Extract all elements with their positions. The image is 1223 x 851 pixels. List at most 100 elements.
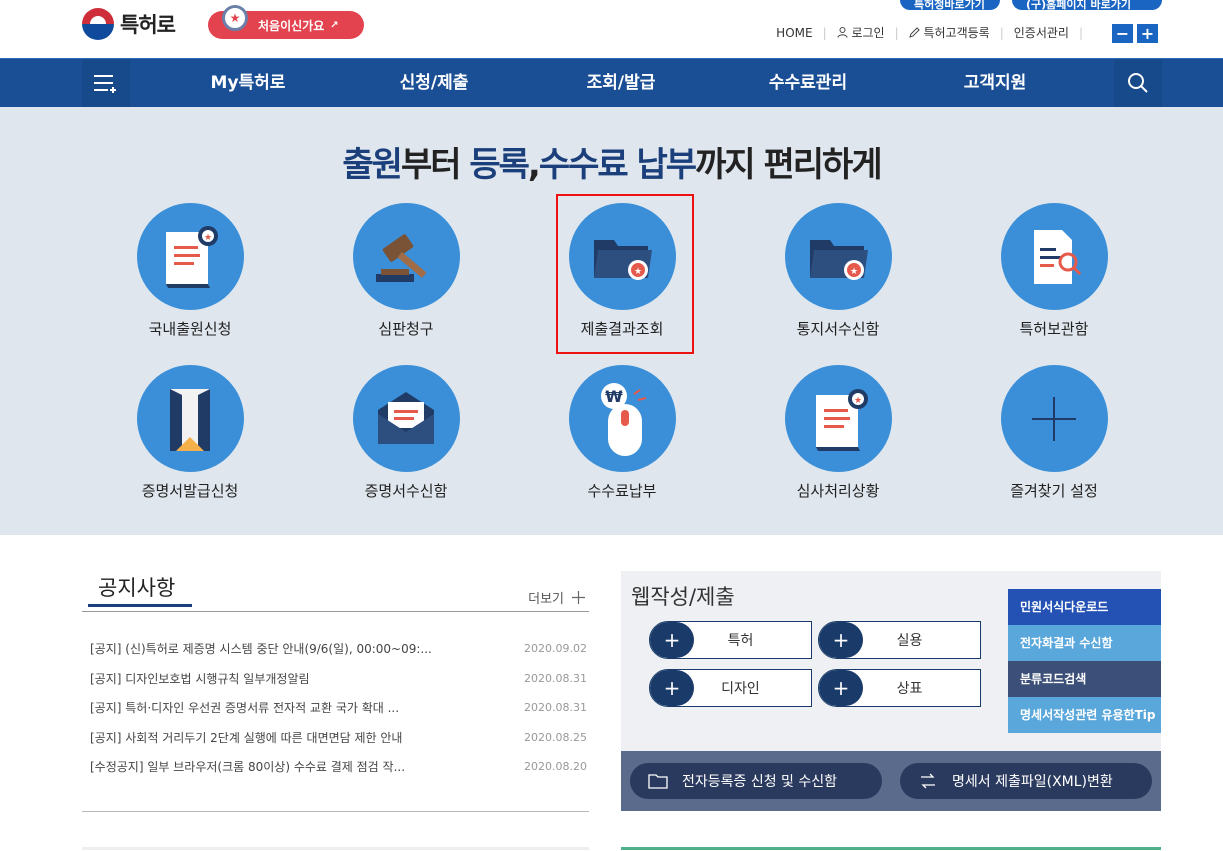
divider: | — [894, 25, 899, 40]
service-trial-request[interactable]: 심판청구 — [321, 203, 491, 339]
document-badge-icon: ★ — [166, 225, 218, 288]
home-link[interactable]: HOME — [776, 26, 812, 40]
service-label: 심판청구 — [378, 320, 434, 338]
service-circle: ★ — [784, 365, 892, 472]
web-filing-title: 웹작성/제출 — [631, 585, 735, 609]
service-circle — [1000, 365, 1108, 472]
site-logo[interactable]: 특허로 — [82, 8, 176, 40]
nav-apply-submit[interactable]: 신청/제출 — [376, 59, 492, 107]
highlight-box — [556, 194, 694, 354]
hero-title-part: 수수료 납부 — [538, 145, 697, 185]
divider: | — [999, 25, 1004, 40]
file-design-button[interactable]: + 디자인 — [649, 669, 812, 707]
digitization-inbox-link[interactable]: 전자화결과 수신함 — [1008, 625, 1161, 661]
service-circle: ★ — [784, 203, 892, 310]
nav-fee-management[interactable]: 수수료관리 — [750, 59, 866, 107]
button-label: 전자등록증 신청 및 수신함 — [682, 774, 838, 790]
service-patent-storage[interactable]: 특허보관함 — [969, 203, 1139, 339]
divider — [621, 847, 1161, 850]
kipo-link-button[interactable]: 특허청바로가기 — [900, 0, 1000, 10]
register-label: 특허고객등록 — [923, 26, 990, 40]
main-nav: My특허로 신청/제출 조회/발급 수수료관리 고객지원 — [0, 58, 1223, 107]
first-visit-button[interactable]: ★ 처음이신가요 ↗ — [208, 5, 364, 39]
hero-section: 출원부터 등록,수수료 납부까지 편리하게 ★ 국내출원신청 심판청구 ★ 제출… — [0, 107, 1223, 535]
taegeuk-logo-icon — [82, 8, 114, 40]
service-label: 통지서수신함 — [796, 320, 880, 338]
service-fee-payment[interactable]: ₩ 수수료납부 — [537, 365, 707, 501]
login-link[interactable]: 로그인 — [837, 24, 885, 41]
notice-list: [공지] (신)특허로 제증명 시스템 중단 안내(9/6(일), 00:00~… — [90, 634, 587, 782]
service-label: 증명서수신함 — [364, 482, 448, 500]
certificate-link[interactable]: 인증서관리 — [1014, 24, 1069, 41]
plus-icon — [572, 591, 585, 604]
service-label: 증명서발급신청 — [141, 482, 239, 500]
service-notice-inbox[interactable]: ★ 통지서수신함 — [753, 203, 923, 339]
notice-item[interactable]: [공지] 디자인보호법 시행규칙 일부개정알림 2020.08.31 — [90, 664, 587, 694]
nav-my-patent[interactable]: My특허로 — [190, 59, 306, 107]
convert-icon — [921, 773, 935, 789]
notice-date: 2020.08.20 — [524, 760, 587, 774]
divider: | — [822, 25, 827, 40]
nav-search-issue[interactable]: 조회/발급 — [563, 59, 679, 107]
divider — [82, 611, 589, 612]
notice-text: [수정공지] 일부 브라우저(크롬 80이상) 수수료 결제 점검 작... — [90, 760, 406, 775]
zoom-out-button[interactable]: − — [1112, 24, 1133, 43]
all-menu-button[interactable] — [82, 59, 130, 107]
hero-title-part: 등록 — [469, 145, 530, 185]
search-button[interactable] — [1114, 59, 1162, 107]
file-trademark-button[interactable]: + 상표 — [818, 669, 981, 707]
notice-text: [공지] 사회적 거리두기 2단계 실행에 따른 대면면담 제한 안내 — [90, 730, 403, 745]
star-badge-icon: ★ — [222, 5, 248, 31]
nav-customer-support[interactable]: 고객지원 — [937, 59, 1053, 107]
service-circle: ★ — [136, 203, 244, 310]
e-registration-button[interactable]: 전자등록증 신청 및 수신함 — [630, 763, 882, 799]
service-favorites-setting[interactable]: 즐겨찾기 설정 — [969, 365, 1139, 501]
notice-item[interactable]: [공지] (신)특허로 제증명 시스템 중단 안내(9/6(일), 00:00~… — [90, 634, 587, 664]
service-circle — [1000, 203, 1108, 310]
forms-download-link[interactable]: 민원서식다운로드 — [1008, 589, 1161, 625]
document-search-icon — [1034, 229, 1082, 284]
document-badge-icon: ★ — [816, 388, 868, 451]
notice-item[interactable]: [수정공지] 일부 브라우저(크롬 80이상) 수수료 결제 점검 작... 2… — [90, 752, 587, 782]
service-label: 즐겨찾기 설정 — [1010, 482, 1098, 500]
notice-text: [공지] 특허·디자인 우선권 증명서류 전자적 교환 국가 확대 ... — [90, 701, 400, 716]
divider — [82, 847, 589, 850]
envelope-open-icon — [170, 388, 210, 451]
envelope-letter-icon — [378, 391, 434, 444]
plus-icon: + — [650, 622, 694, 658]
service-label: 국내출원신청 — [148, 320, 232, 338]
register-link[interactable]: 특허고객등록 — [908, 24, 990, 41]
folder-icon — [648, 774, 668, 789]
zoom-in-button[interactable]: + — [1137, 24, 1158, 43]
utility-links: HOME | 로그인 | 특허고객등록 | 인증서관리 | — [776, 24, 1093, 41]
old-site-link-button[interactable]: (구)홈페이지 바로가기 — [1012, 0, 1162, 10]
service-certificate-request[interactable]: 증명서발급신청 — [105, 365, 275, 501]
notice-item[interactable]: [공지] 특허·디자인 우선권 증명서류 전자적 교환 국가 확대 ... 20… — [90, 693, 587, 723]
gavel-icon — [376, 233, 427, 282]
button-label: 실용 — [896, 633, 923, 649]
notice-title[interactable]: 공지사항 — [88, 572, 175, 602]
service-certificate-inbox[interactable]: 증명서수신함 — [321, 365, 491, 501]
notice-more-button[interactable]: 더보기 — [528, 588, 585, 607]
classification-search-link[interactable]: 분류코드검색 — [1008, 661, 1161, 697]
arrow-icon: ↗ — [330, 19, 339, 31]
service-exam-status[interactable]: ★ 심사처리상황 — [753, 365, 923, 501]
notice-item[interactable]: [공지] 사회적 거리두기 2단계 실행에 따른 대면면담 제한 안내 2020… — [90, 723, 587, 753]
user-icon — [837, 27, 848, 38]
service-domestic-application[interactable]: ★ 국내출원신청 — [105, 203, 275, 339]
divider: | — [1078, 25, 1083, 40]
service-label: 특허보관함 — [1019, 320, 1089, 338]
file-utility-button[interactable]: + 실용 — [818, 621, 981, 659]
tab-underline — [88, 604, 192, 607]
hero-title: 출원부터 등록,수수료 납부까지 편리하게 — [0, 137, 1223, 186]
button-label: 상표 — [896, 681, 923, 697]
plus-icon: + — [650, 670, 694, 706]
file-patent-button[interactable]: + 특허 — [649, 621, 812, 659]
specification-tips-link[interactable]: 명세서작성관련 유용한Tip — [1008, 697, 1161, 733]
divider — [82, 811, 589, 812]
pencil-icon — [908, 27, 920, 38]
xml-convert-button[interactable]: 명세서 제출파일(XML)변환 — [900, 763, 1152, 799]
notice-date: 2020.08.31 — [524, 701, 587, 715]
service-circle — [136, 365, 244, 472]
notice-date: 2020.08.31 — [524, 671, 587, 685]
